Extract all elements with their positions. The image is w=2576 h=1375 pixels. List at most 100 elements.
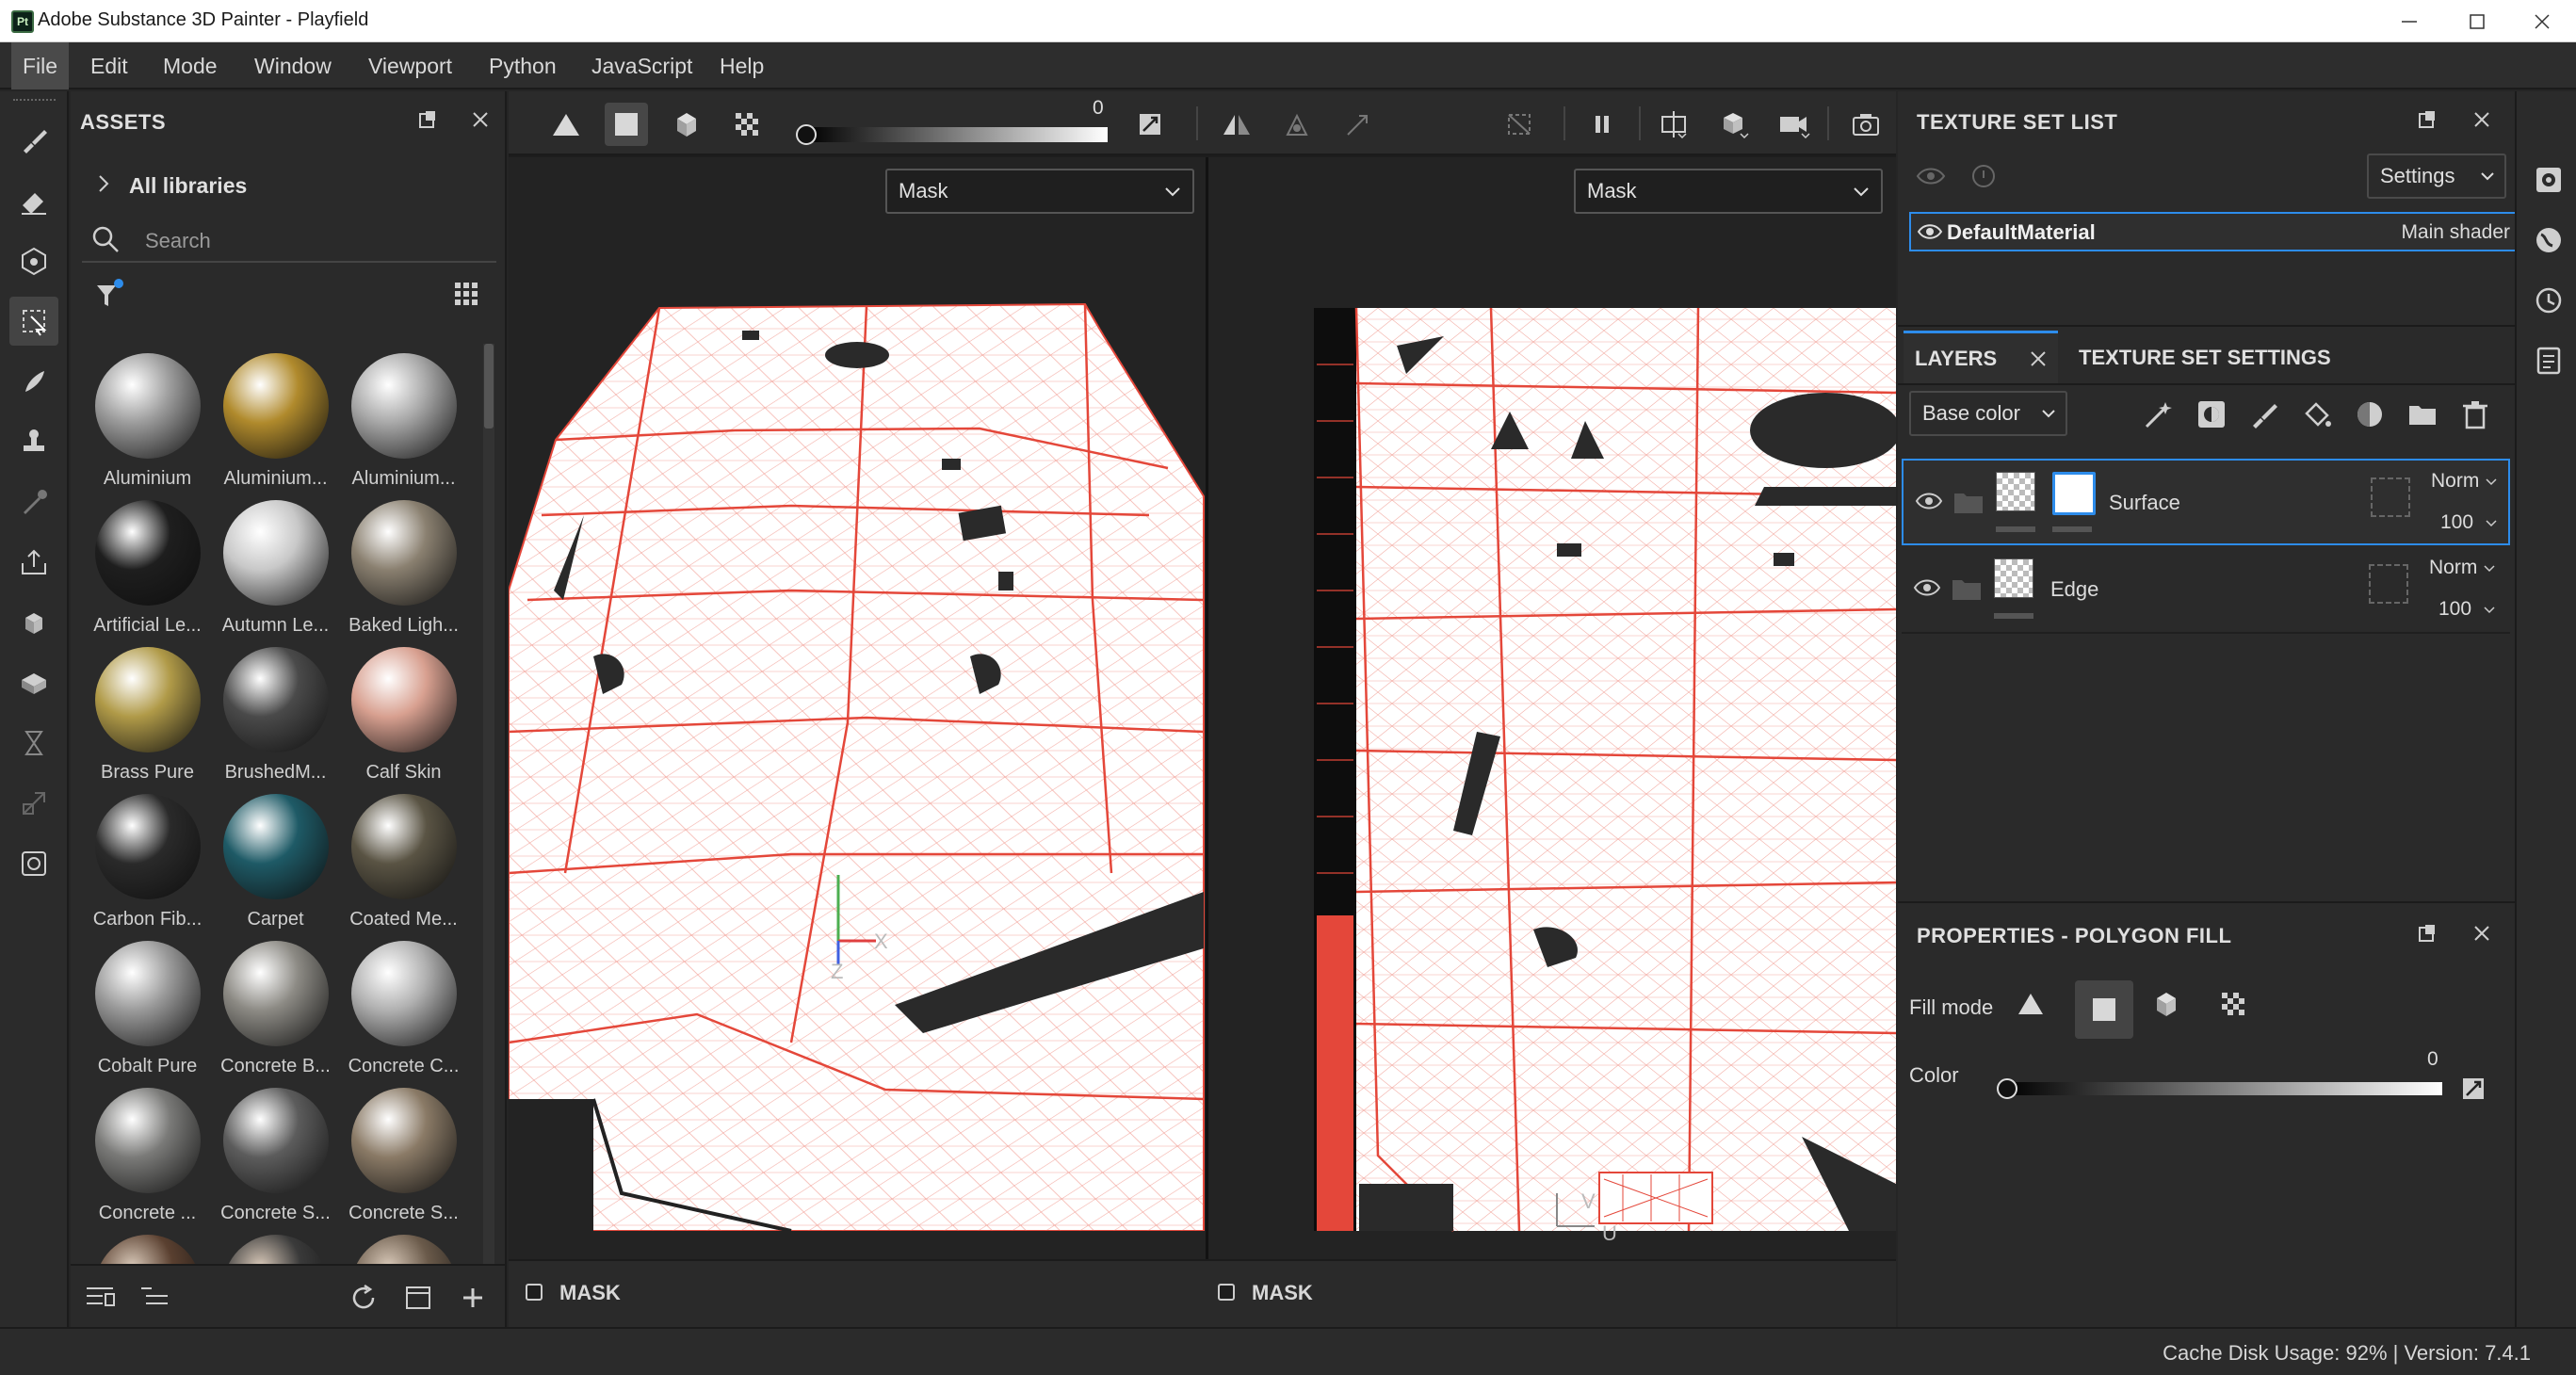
hide-selection-icon[interactable]: [1498, 103, 1541, 146]
blend-mode[interactable]: Norm: [2429, 557, 2477, 579]
fill-quad-icon[interactable]: [605, 103, 648, 146]
delete-layer-icon[interactable]: [2459, 398, 2491, 430]
float-panel-icon[interactable]: [2416, 922, 2438, 945]
scrollbar-thumb[interactable]: [484, 344, 494, 429]
menu-edit[interactable]: Edit: [79, 42, 139, 89]
close-panel-icon[interactable]: [2471, 108, 2493, 131]
minimize-button[interactable]: [2375, 0, 2443, 42]
tab-texture-set-settings[interactable]: TEXTURE SET SETTINGS: [2060, 331, 2342, 383]
display-settings-icon[interactable]: [9, 658, 58, 707]
info-icon[interactable]: [1969, 163, 1998, 189]
hide-mask-icon[interactable]: [1275, 103, 1319, 146]
texture-set-row[interactable]: DefaultMaterial Main shader: [1909, 212, 2519, 251]
float-panel-icon[interactable]: [2416, 108, 2438, 131]
menu-file[interactable]: File: [11, 42, 70, 89]
transform-icon[interactable]: [9, 779, 58, 828]
settings-dropdown[interactable]: Settings: [2367, 154, 2506, 199]
color-slider-track[interactable]: [806, 127, 1108, 142]
material-tile[interactable]: Concrete S...: [340, 1088, 467, 1229]
layer-opacity[interactable]: 100: [2440, 511, 2473, 534]
blend-mode[interactable]: Norm: [2431, 470, 2479, 493]
history-icon[interactable]: [2534, 285, 2564, 315]
channel-dropdown[interactable]: Base color: [1909, 391, 2067, 436]
layer-row-surface[interactable]: Surface Norm 100: [1902, 459, 2510, 545]
material-tile[interactable]: Concrete B...: [212, 941, 339, 1082]
clone-stamp-tool[interactable]: [9, 417, 58, 466]
smudge-tool[interactable]: [9, 357, 58, 406]
close-panel-icon[interactable]: [2471, 922, 2493, 945]
material-tile[interactable]: Baked Ligh...: [340, 500, 467, 641]
symmetry-icon[interactable]: [1215, 103, 1258, 146]
fill-uv-chunk-icon[interactable]: [725, 103, 769, 146]
random-color-icon[interactable]: [1128, 103, 1172, 146]
paint-brush-tool[interactable]: [9, 116, 58, 165]
layer-opacity[interactable]: 100: [2438, 598, 2471, 621]
3d-channel-dropdown[interactable]: Mask: [885, 169, 1194, 214]
camera-icon[interactable]: [1773, 103, 1816, 146]
new-window-icon[interactable]: [403, 1283, 433, 1313]
search-field[interactable]: Search: [82, 214, 496, 263]
material-tile[interactable]: Concrete ...: [84, 1088, 211, 1229]
menu-window[interactable]: Window: [243, 42, 343, 89]
fill-object-icon[interactable]: [665, 103, 708, 146]
material-tile[interactable]: Calf Skin: [340, 647, 467, 788]
color-slider-handle[interactable]: [1997, 1078, 2017, 1099]
add-mask-icon[interactable]: [2195, 398, 2228, 430]
layer-thumbnail[interactable]: [1994, 558, 2033, 598]
pause-icon[interactable]: [1580, 103, 1624, 146]
color-picker-tool[interactable]: [9, 477, 58, 526]
fill-uv-chunk-icon[interactable]: [2211, 982, 2255, 1026]
settings-gear-icon[interactable]: [2534, 165, 2564, 195]
fill-triangle-icon[interactable]: [2009, 982, 2052, 1026]
add-fill-layer-icon[interactable]: [2301, 398, 2333, 430]
menu-viewport[interactable]: Viewport: [357, 42, 463, 89]
menu-help[interactable]: Help: [708, 42, 775, 89]
layer-name[interactable]: Surface: [2109, 491, 2180, 515]
eye-icon[interactable]: [1915, 489, 1943, 513]
all-libraries-label[interactable]: All libraries: [129, 173, 247, 199]
fill-quad-icon[interactable]: [2075, 980, 2133, 1039]
split-view-icon[interactable]: [1652, 103, 1695, 146]
close-panel-icon[interactable]: [469, 108, 492, 131]
display-mode-icon[interactable]: [1712, 103, 1756, 146]
layer-thumbnail[interactable]: [1996, 472, 2035, 511]
transform-uv-icon[interactable]: [1336, 103, 1379, 146]
material-tile[interactable]: Cobalt Pure: [84, 941, 211, 1082]
material-tile[interactable]: Aluminium: [84, 353, 211, 494]
float-panel-icon[interactable]: [416, 108, 439, 131]
add-effect-icon[interactable]: [2143, 398, 2175, 430]
add-smart-material-icon[interactable]: [2354, 398, 2386, 430]
sync-icon[interactable]: [9, 839, 58, 888]
bake-mesh-icon[interactable]: [9, 598, 58, 647]
sort-options-icon[interactable]: [138, 1283, 170, 1311]
2d-view[interactable]: Mask V U: [1208, 157, 1896, 1259]
close-tab-icon[interactable]: [2028, 348, 2049, 369]
polygon-fill-tool[interactable]: [9, 297, 58, 346]
close-window-button[interactable]: [2508, 0, 2576, 42]
export-icon[interactable]: [9, 538, 58, 587]
grid-view-icon[interactable]: [452, 280, 480, 308]
eye-icon[interactable]: [1913, 575, 1941, 600]
random-color-icon[interactable]: [2461, 1076, 2486, 1101]
2d-view-checkbox[interactable]: [1218, 1284, 1235, 1301]
material-tile[interactable]: Concrete S...: [212, 1088, 339, 1229]
color-slider-track[interactable]: [2005, 1082, 2442, 1095]
add-icon[interactable]: [458, 1283, 488, 1313]
layer-name[interactable]: Edge: [2050, 577, 2098, 602]
shader-name[interactable]: Main shader: [2401, 221, 2510, 244]
material-tile[interactable]: Carpet: [212, 794, 339, 935]
refresh-icon[interactable]: [348, 1283, 379, 1313]
menu-python[interactable]: Python: [478, 42, 568, 89]
material-tile[interactable]: BrushedM...: [212, 647, 339, 788]
material-tile[interactable]: Aluminium...: [212, 353, 339, 494]
material-tile[interactable]: Autumn Le...: [212, 500, 339, 641]
eraser-tool[interactable]: [9, 176, 58, 225]
menu-javascript[interactable]: JavaScript: [580, 42, 704, 89]
material-tile[interactable]: Coated Me...: [340, 794, 467, 935]
hourglass-icon[interactable]: [9, 719, 58, 768]
material-tile[interactable]: Artificial Le...: [84, 500, 211, 641]
2d-channel-dropdown[interactable]: Mask: [1574, 169, 1883, 214]
screenshot-icon[interactable]: [1844, 103, 1887, 146]
log-icon[interactable]: [2534, 346, 2564, 376]
material-tile[interactable]: Carbon Fib...: [84, 794, 211, 935]
